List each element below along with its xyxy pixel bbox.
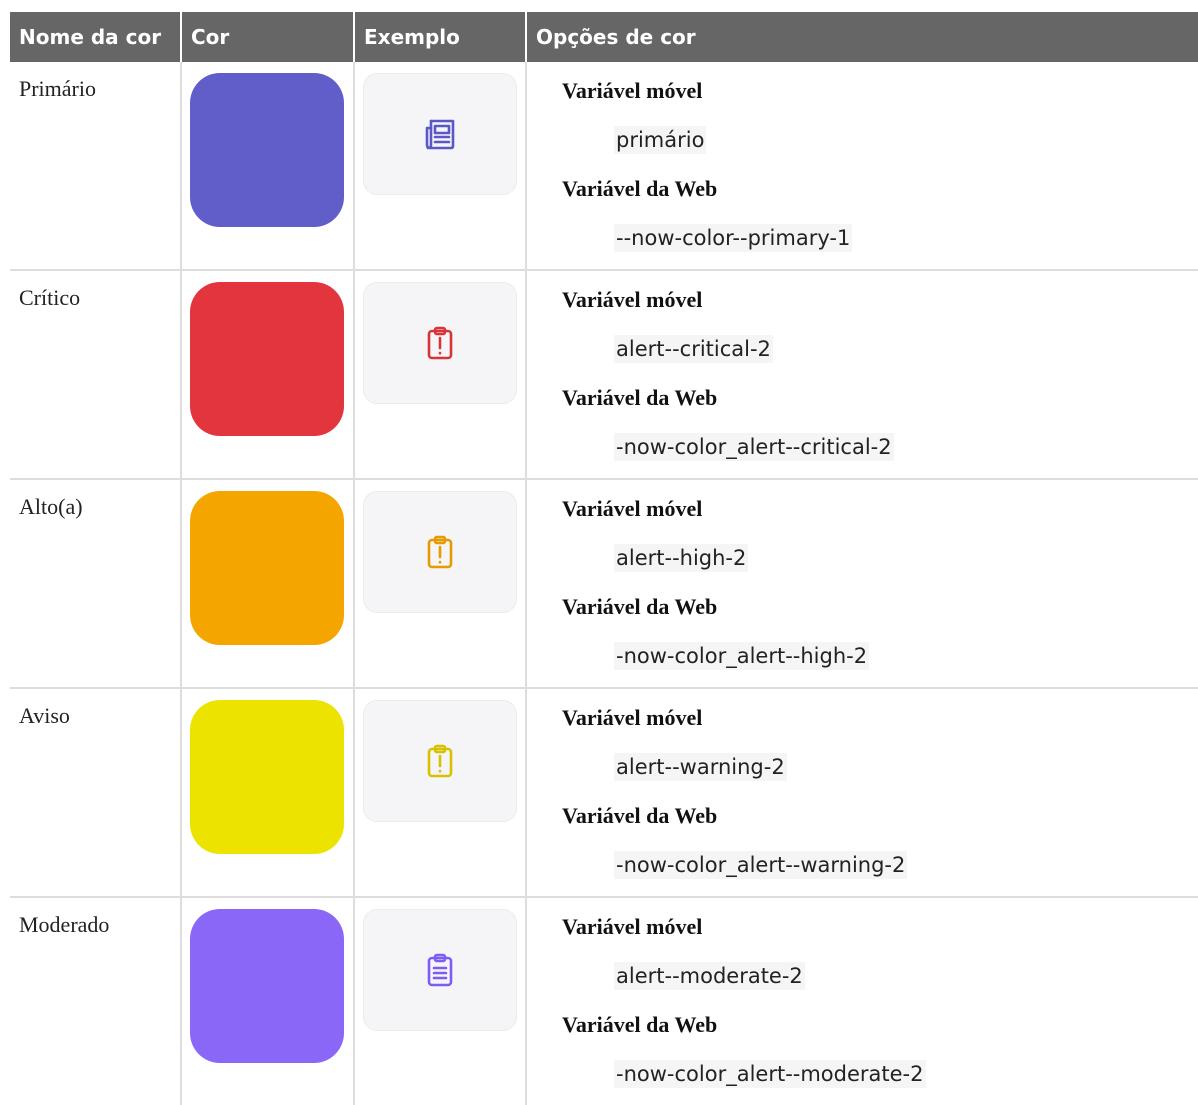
table-row: Alto(a) Variável móvel alert--high-2 Var… bbox=[10, 478, 1198, 688]
color-cell bbox=[180, 896, 354, 1105]
options-cell: Variável móvel alert--warning-2 Variável… bbox=[525, 687, 1198, 897]
clipboard-alert-icon bbox=[422, 325, 458, 361]
mobile-variable-value: alert--warning-2 bbox=[614, 753, 787, 781]
color-swatch bbox=[190, 73, 344, 227]
color-name: Primário bbox=[19, 76, 96, 101]
color-name-cell: Moderado bbox=[10, 896, 181, 1105]
color-swatch bbox=[190, 909, 344, 1063]
web-variable-label: Variável da Web bbox=[562, 385, 718, 410]
color-name: Aviso bbox=[19, 703, 70, 728]
color-swatch bbox=[190, 282, 344, 436]
example-cell bbox=[353, 687, 526, 897]
mobile-variable-label: Variável móvel bbox=[562, 78, 703, 103]
web-variable-value: --now-color--primary-1 bbox=[614, 224, 853, 252]
web-variable-value: -now-color_alert--warning-2 bbox=[614, 851, 908, 879]
mobile-variable-label: Variável móvel bbox=[562, 287, 703, 312]
table-row: Aviso Variável móvel alert--warning-2 Va… bbox=[10, 687, 1198, 897]
color-name: Crítico bbox=[19, 285, 81, 310]
example-cell bbox=[353, 478, 526, 688]
example-tile bbox=[363, 491, 517, 613]
mobile-variable-value: alert--high-2 bbox=[614, 544, 749, 572]
web-variable-label: Variável da Web bbox=[562, 803, 718, 828]
mobile-variable-label: Variável móvel bbox=[562, 705, 703, 730]
header-color-name: Nome da cor bbox=[10, 12, 181, 62]
table-header: Nome da cor Cor Exemplo Opções de cor bbox=[10, 12, 1198, 62]
example-tile bbox=[363, 909, 517, 1031]
mobile-variable-value: alert--moderate-2 bbox=[614, 962, 805, 990]
clipboard-list-icon bbox=[422, 952, 458, 988]
options-cell: Variável móvel alert--high-2 Variável da… bbox=[525, 478, 1198, 688]
mobile-variable-label: Variável móvel bbox=[562, 496, 703, 521]
header-example: Exemplo bbox=[353, 12, 526, 62]
color-name-cell: Aviso bbox=[10, 687, 181, 897]
mobile-variable-value: alert--critical-2 bbox=[614, 335, 773, 363]
color-cell bbox=[180, 269, 354, 479]
example-cell bbox=[353, 269, 526, 479]
example-tile bbox=[363, 282, 517, 404]
clipboard-alert-icon bbox=[422, 534, 458, 570]
mobile-variable-label: Variável móvel bbox=[562, 914, 703, 939]
color-swatch bbox=[190, 491, 344, 645]
example-cell bbox=[353, 896, 526, 1105]
web-variable-value: -now-color_alert--high-2 bbox=[614, 642, 870, 670]
web-variable-value: -now-color_alert--critical-2 bbox=[614, 433, 894, 461]
header-color-options: Opções de cor bbox=[525, 12, 1198, 62]
color-name-cell: Crítico bbox=[10, 269, 181, 479]
color-cell bbox=[180, 687, 354, 897]
table-row: Crítico Variável móvel alert--critical-2… bbox=[10, 269, 1198, 479]
web-variable-label: Variável da Web bbox=[562, 594, 718, 619]
color-name: Alto(a) bbox=[19, 494, 83, 519]
clipboard-alert-icon bbox=[422, 743, 458, 779]
header-color: Cor bbox=[180, 12, 354, 62]
example-cell bbox=[353, 62, 526, 270]
options-cell: Variável móvel alert--moderate-2 Variáve… bbox=[525, 896, 1198, 1105]
example-tile bbox=[363, 700, 517, 822]
color-swatch bbox=[190, 700, 344, 854]
web-variable-value: -now-color_alert--moderate-2 bbox=[614, 1060, 926, 1088]
example-tile bbox=[363, 73, 517, 195]
table-row: Primário Variável móvel primário Variáve… bbox=[10, 62, 1198, 270]
options-cell: Variável móvel primário Variável da Web … bbox=[525, 62, 1198, 270]
color-name: Moderado bbox=[19, 912, 110, 937]
color-cell bbox=[180, 478, 354, 688]
color-table: Nome da cor Cor Exemplo Opções de cor Pr… bbox=[10, 12, 1198, 1105]
options-cell: Variável móvel alert--critical-2 Variáve… bbox=[525, 269, 1198, 479]
newspaper-icon bbox=[422, 116, 458, 152]
color-name-cell: Alto(a) bbox=[10, 478, 181, 688]
web-variable-label: Variável da Web bbox=[562, 176, 718, 201]
color-cell bbox=[180, 62, 354, 270]
web-variable-label: Variável da Web bbox=[562, 1012, 718, 1037]
color-name-cell: Primário bbox=[10, 62, 181, 270]
table-row: Moderado Variável móvel alert--moderate-… bbox=[10, 896, 1198, 1105]
mobile-variable-value: primário bbox=[614, 126, 707, 154]
